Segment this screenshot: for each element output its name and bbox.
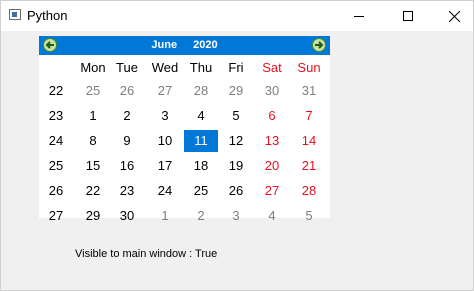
day-header-thu: Thu (189, 60, 213, 75)
calendar-day[interactable]: 31 (292, 80, 326, 102)
day-header-tue: Tue (116, 60, 138, 75)
calendar-day[interactable]: 14 (292, 130, 326, 152)
calendar-day[interactable]: 2 (110, 105, 144, 127)
calendar-day[interactable]: 26 (219, 180, 253, 202)
day-header-wed: Wed (151, 60, 179, 75)
calendar-day[interactable]: 6 (255, 105, 289, 127)
week-number: 23 (48, 108, 64, 123)
minimize-icon (354, 15, 364, 17)
calendar-day[interactable]: 15 (76, 155, 110, 177)
app-window: Python June 2020 Mon Tue Wed Thu Fri Sat Sun 22 2… (0, 0, 474, 291)
week-number-header (39, 57, 73, 79)
calendar-day[interactable]: 4 (255, 205, 289, 227)
week-number: 27 (48, 208, 64, 223)
calendar-day[interactable]: 20 (255, 155, 289, 177)
calendar-week-row: 26 22 23 24 25 26 27 28 (39, 180, 330, 202)
window-title: Python (27, 8, 68, 23)
calendar-day[interactable]: 19 (219, 155, 253, 177)
calendar-day[interactable]: 3 (148, 105, 182, 127)
calendar-day[interactable]: 9 (110, 130, 144, 152)
calendar-day[interactable]: 24 (148, 180, 182, 202)
week-number: 25 (48, 158, 64, 173)
day-header-row: Mon Tue Wed Thu Fri Sat Sun (39, 57, 330, 79)
day-header-sun: Sun (297, 60, 321, 75)
week-number: 22 (48, 83, 64, 98)
calendar-day[interactable]: 4 (184, 105, 218, 127)
calendar-day[interactable]: 23 (110, 180, 144, 202)
calendar-day[interactable]: 7 (292, 105, 326, 127)
calendar-day[interactable]: 27 (148, 80, 182, 102)
calendar-day[interactable]: 29 (219, 80, 253, 102)
calendar-day[interactable]: 28 (184, 80, 218, 102)
calendar-day[interactable]: 21 (292, 155, 326, 177)
close-button[interactable] (431, 1, 474, 31)
calendar-day-selected[interactable]: 11 (184, 130, 218, 152)
calendar-day[interactable]: 17 (148, 155, 182, 177)
calendar-widget[interactable]: June 2020 Mon Tue Wed Thu Fri Sat Sun 22 25 26 27 28… (39, 36, 330, 223)
calendar-day[interactable]: 18 (184, 155, 218, 177)
year-selector[interactable]: 2020 (193, 39, 217, 51)
calendar-day[interactable]: 10 (148, 130, 182, 152)
week-number: 26 (48, 183, 64, 198)
calendar-day[interactable]: 25 (76, 80, 110, 102)
minimize-button[interactable] (336, 1, 382, 31)
next-month-button[interactable] (312, 38, 326, 52)
calendar-day[interactable]: 30 (255, 80, 289, 102)
calendar-day[interactable]: 30 (110, 205, 144, 227)
calendar-week-row: 22 25 26 27 28 29 30 31 (39, 80, 330, 102)
day-header-mon: Mon (80, 60, 106, 75)
day-header-sat: Sat (262, 60, 282, 75)
close-icon (448, 10, 460, 22)
app-icon (9, 9, 21, 20)
calendar-week-row: 27 29 30 1 2 3 4 5 (39, 205, 330, 227)
calendar-day[interactable]: 2 (184, 205, 218, 227)
day-header-fri: Fri (228, 60, 244, 75)
calendar-day[interactable]: 1 (148, 205, 182, 227)
calendar-day[interactable]: 1 (76, 105, 110, 127)
calendar-day[interactable]: 26 (110, 80, 144, 102)
calendar-day[interactable]: 5 (292, 205, 326, 227)
week-number: 24 (48, 133, 64, 148)
calendar-day[interactable]: 16 (110, 155, 144, 177)
calendar-day[interactable]: 12 (219, 130, 253, 152)
calendar-day[interactable]: 8 (76, 130, 110, 152)
calendar-day[interactable]: 5 (219, 105, 253, 127)
title-bar: Python (1, 1, 473, 31)
calendar-day[interactable]: 22 (76, 180, 110, 202)
calendar-day[interactable]: 28 (292, 180, 326, 202)
calendar-day[interactable]: 27 (255, 180, 289, 202)
calendar-week-row: 24 8 9 10 11 12 13 14 (39, 130, 330, 152)
calendar-navigation-bar: June 2020 (39, 36, 330, 55)
month-year-label: June 2020 (39, 39, 330, 51)
calendar-day[interactable]: 29 (76, 205, 110, 227)
calendar-week-row: 25 15 16 17 18 19 20 21 (39, 155, 330, 177)
month-selector[interactable]: June (151, 39, 177, 51)
calendar-day[interactable]: 25 (184, 180, 218, 202)
arrow-right-icon (315, 41, 324, 49)
maximize-button[interactable] (385, 1, 431, 31)
calendar-day[interactable]: 3 (219, 205, 253, 227)
calendar-day[interactable]: 13 (255, 130, 289, 152)
maximize-icon (403, 11, 413, 21)
status-label: Visible to main window : True (75, 248, 218, 260)
calendar-week-row: 23 1 2 3 4 5 6 7 (39, 105, 330, 127)
